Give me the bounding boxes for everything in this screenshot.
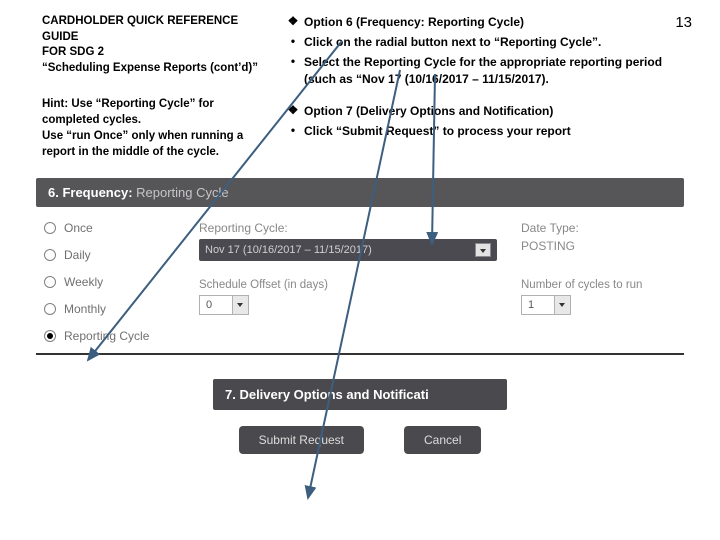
section6-rest: Reporting Cycle xyxy=(136,185,229,200)
bullet-marker: • xyxy=(282,54,304,86)
bullet-4: ❖ Option 7 (Delivery Options and Notific… xyxy=(282,103,670,119)
frequency-panel: 6. Frequency: Reporting Cycle Once Daily… xyxy=(36,178,684,351)
reporting-cycle-label: Reporting Cycle: xyxy=(199,221,497,235)
bullet-0: ❖ Option 6 (Frequency: Reporting Cycle) xyxy=(282,14,670,30)
chevron-down-icon xyxy=(554,296,570,314)
mid-column: Reporting Cycle: Nov 17 (10/16/2017 – 11… xyxy=(199,221,521,343)
submit-request-button[interactable]: Submit Request xyxy=(239,426,364,454)
section6-prefix: 6. Frequency: xyxy=(48,185,136,200)
right-subcolumn: Date Type: POSTING Number of cycles to r… xyxy=(521,221,676,343)
date-type-value: POSTING xyxy=(521,239,676,253)
reporting-cycle-value: Nov 17 (10/16/2017 – 11/15/2017) xyxy=(205,244,372,256)
button-row: Submit Request Cancel xyxy=(0,426,720,454)
bullet-text: Click on the radial button next to “Repo… xyxy=(304,34,601,50)
hint-text: Hint: Use “Reporting Cycle” for complete… xyxy=(42,96,264,160)
radio-label: Monthly xyxy=(64,302,106,316)
frequency-grid: Once Daily Weekly Monthly Reporting Cycl… xyxy=(36,207,684,351)
radio-label: Daily xyxy=(64,248,91,262)
cycles-value: 1 xyxy=(522,299,554,311)
bullet-marker: ❖ xyxy=(282,14,304,30)
bullet-text: Click “Submit Request” to process your r… xyxy=(304,123,571,139)
radio-label: Once xyxy=(64,221,93,235)
right-column: ❖ Option 6 (Frequency: Reporting Cycle) … xyxy=(282,14,700,160)
section7-header: 7. Delivery Options and Notificati xyxy=(213,379,507,410)
offset-label: Schedule Offset (in days) xyxy=(199,279,497,291)
radio-reporting-cycle[interactable]: Reporting Cycle xyxy=(44,329,199,343)
section6-header: 6. Frequency: Reporting Cycle xyxy=(36,178,684,207)
section7-title: 7. Delivery Options and Notificati xyxy=(225,387,429,402)
radio-group: Once Daily Weekly Monthly Reporting Cycl… xyxy=(44,221,199,343)
left-column: CARDHOLDER QUICK REFERENCE GUIDE FOR SDG… xyxy=(42,14,282,160)
radio-monthly[interactable]: Monthly xyxy=(44,302,199,316)
cycles-label: Number of cycles to run xyxy=(521,279,676,291)
radio-label: Reporting Cycle xyxy=(64,329,149,343)
guide-title-3: “Scheduling Expense Reports (cont’d)” xyxy=(42,61,264,77)
page-number: 13 xyxy=(675,14,692,31)
bullet-text: Option 6 (Frequency: Reporting Cycle) xyxy=(304,14,524,30)
radio-once[interactable]: Once xyxy=(44,221,199,235)
cancel-button[interactable]: Cancel xyxy=(404,426,481,454)
bullet-2: • Select the Reporting Cycle for the app… xyxy=(282,54,670,86)
guide-title-2: FOR SDG 2 xyxy=(42,45,264,61)
radio-icon xyxy=(44,249,56,261)
date-type-label: Date Type: xyxy=(521,221,676,235)
bullet-marker: • xyxy=(282,34,304,50)
bullet-5: • Click “Submit Request” to process your… xyxy=(282,123,670,139)
offset-select[interactable]: 0 xyxy=(199,295,249,315)
reporting-cycle-select[interactable]: Nov 17 (10/16/2017 – 11/15/2017) xyxy=(199,239,497,261)
radio-label: Weekly xyxy=(64,275,103,289)
guide-title-1: CARDHOLDER QUICK REFERENCE GUIDE xyxy=(42,14,264,45)
top-text-block: CARDHOLDER QUICK REFERENCE GUIDE FOR SDG… xyxy=(0,0,720,160)
radio-icon xyxy=(44,276,56,288)
divider xyxy=(36,353,684,355)
cycles-select[interactable]: 1 xyxy=(521,295,571,315)
radio-icon xyxy=(44,222,56,234)
radio-icon xyxy=(44,303,56,315)
bullet-marker: ❖ xyxy=(282,103,304,119)
bullet-text: Select the Reporting Cycle for the appro… xyxy=(304,54,670,86)
radio-weekly[interactable]: Weekly xyxy=(44,275,199,289)
offset-value: 0 xyxy=(200,299,232,311)
radio-icon xyxy=(44,330,56,342)
chevron-down-icon xyxy=(475,243,491,257)
bullet-marker: • xyxy=(282,123,304,139)
bullet-1: • Click on the radial button next to “Re… xyxy=(282,34,670,50)
radio-daily[interactable]: Daily xyxy=(44,248,199,262)
bullet-text: Option 7 (Delivery Options and Notificat… xyxy=(304,103,553,119)
chevron-down-icon xyxy=(232,296,248,314)
